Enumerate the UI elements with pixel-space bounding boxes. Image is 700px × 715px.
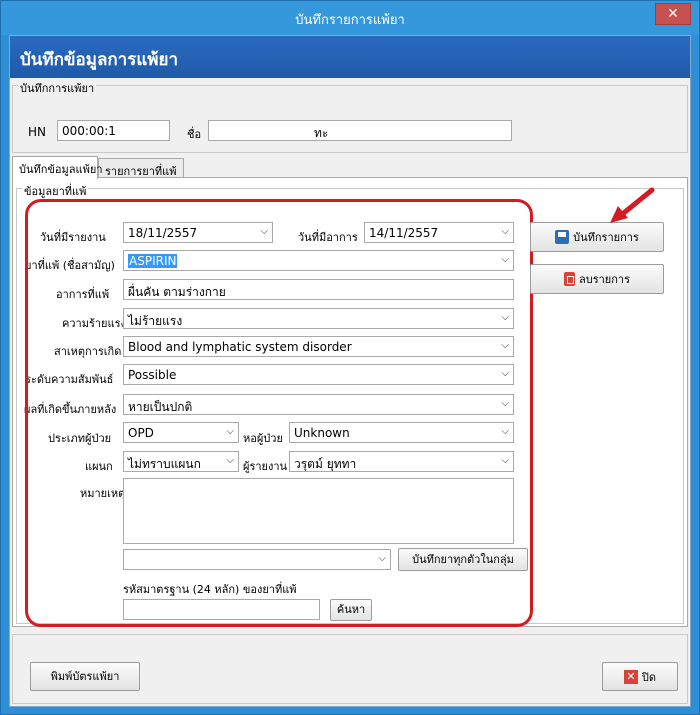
chevron-down-icon: ⌵: [260, 226, 268, 237]
window-title: บันทึกรายการแพ้ยา: [295, 13, 405, 28]
reporter-label: ผู้รายงาน: [243, 460, 288, 473]
drug-label: ยาที่แพ้ (ชื่อสามัญ): [25, 259, 115, 272]
chevron-down-icon: ⌵: [501, 368, 509, 379]
chevron-down-icon: ⌵: [501, 340, 509, 351]
outcome-value: หายเป็นปกติ: [128, 400, 193, 414]
header-band: บันทึกข้อมูลการแพ้ยา: [10, 36, 690, 78]
drug-group-combo[interactable]: ⌵: [123, 549, 391, 570]
delete-record-label: ลบรายการ: [579, 273, 630, 286]
patient-type-combo[interactable]: OPD ⌵: [123, 422, 239, 443]
relation-value: Possible: [128, 368, 177, 382]
search-button[interactable]: ค้นหา: [330, 599, 372, 621]
drug-value: ASPIRIN: [128, 254, 178, 268]
relation-label: ระดับความสัมพันธ์: [25, 373, 114, 386]
ward-combo[interactable]: Unknown ⌵: [289, 422, 514, 443]
cause-combo[interactable]: Blood and lymphatic system disorder ⌵: [123, 336, 514, 357]
delete-icon: [564, 272, 575, 286]
chevron-down-icon: ⌵: [501, 254, 509, 265]
delete-record-button[interactable]: ลบรายการ: [530, 264, 664, 294]
outcome-combo[interactable]: หายเป็นปกติ ⌵: [123, 394, 514, 415]
code24-field[interactable]: [123, 599, 320, 620]
cause-value: Blood and lymphatic system disorder: [128, 340, 352, 354]
report-date-value: 18/11/2557: [128, 226, 198, 240]
chevron-down-icon: ⌵: [501, 455, 509, 466]
close-button[interactable]: ✕ ปิด: [602, 662, 678, 691]
reporter-value: วรุตม์ ยุททา: [294, 457, 357, 471]
drug-group-label: ข้อมูลยาที่แพ้: [22, 182, 89, 200]
tab-record-allergy[interactable]: บันทึกข้อมูลแพ้ยา: [12, 156, 103, 179]
ward-label: หอผู้ป่วย: [243, 432, 283, 445]
chevron-down-icon: ⌵: [226, 455, 234, 466]
name-label: ชื่อ: [187, 128, 202, 141]
save-record-label: บันทึกรายการ: [573, 231, 639, 244]
drug-combo[interactable]: ASPIRIN ⌵: [123, 250, 514, 271]
chevron-down-icon: ⌵: [501, 226, 509, 237]
note-label: หมายเหตุ: [80, 487, 126, 500]
close-icon: ✕: [623, 669, 638, 684]
symptom-date-value: 14/11/2557: [369, 226, 439, 240]
reporter-combo[interactable]: วรุตม์ ยุททา ⌵: [289, 451, 514, 472]
window-close-button[interactable]: ✕: [655, 3, 691, 25]
patient-type-label: ประเภทผู้ป่วย: [48, 432, 112, 445]
dept-label: แผนก: [85, 460, 113, 473]
print-card-button[interactable]: พิมพ์บัตรแพ้ยา: [30, 662, 140, 691]
relation-combo[interactable]: Possible ⌵: [123, 364, 514, 385]
patient-groupbox: [12, 85, 688, 153]
chevron-down-icon: ⌵: [226, 426, 234, 437]
severity-label: ความร้ายแรง: [62, 317, 126, 330]
client-area: บันทึกข้อมูลการแพ้ยา บันทึกการแพ้ยา HN 0…: [9, 35, 691, 707]
symptom-date-label: วันที่มีอาการ: [298, 231, 358, 244]
hn-label: HN: [28, 125, 46, 139]
page-title: บันทึกข้อมูลการแพ้ยา: [20, 50, 179, 70]
note-textarea[interactable]: [123, 478, 514, 544]
dept-value: ไม่ทราบแผนก: [128, 457, 201, 471]
symptom-label: อาการที่แพ้: [56, 288, 110, 301]
close-label: ปิด: [641, 670, 657, 684]
outcome-label: ผลที่เกิดขึ้นภายหลัง: [24, 403, 117, 416]
title-bar[interactable]: บันทึกรายการแพ้ยา ✕: [1, 1, 699, 35]
cause-label: สาเหตุการเกิด: [54, 345, 122, 358]
chevron-down-icon: ⌵: [501, 426, 509, 437]
chevron-down-icon: ⌵: [501, 312, 509, 323]
name-field[interactable]: ทะ: [208, 120, 512, 141]
save-icon: [555, 230, 570, 244]
arrow-pointer-icon: [610, 187, 655, 223]
chevron-down-icon: ⌵: [501, 398, 509, 409]
hn-field[interactable]: 000:00:1: [57, 120, 170, 141]
severity-combo[interactable]: ไม่ร้ายแรง ⌵: [123, 308, 514, 329]
symptom-date-picker[interactable]: 14/11/2557 ⌵: [364, 222, 514, 243]
chevron-down-icon: ⌵: [378, 553, 386, 564]
save-record-button[interactable]: บันทึกรายการ: [530, 222, 664, 252]
patient-type-value: OPD: [128, 426, 154, 440]
symptom-field[interactable]: ผื่นคัน ตามร่างกาย: [123, 279, 514, 300]
code24-label: รหัสมาตรฐาน (24 หลัก) ของยาที่แพ้: [123, 583, 297, 596]
severity-value: ไม่ร้ายแรง: [128, 314, 183, 328]
dialog-window: บันทึกรายการแพ้ยา ✕ บันทึกข้อมูลการแพ้ยา…: [0, 0, 700, 715]
tab-allergy-list[interactable]: รายการยาที่แพ้: [98, 158, 184, 178]
patient-group-label: บันทึกการแพ้ยา: [18, 79, 97, 97]
save-group-button[interactable]: บันทึกยาทุกตัวในกลุ่ม: [398, 548, 528, 571]
ward-value: Unknown: [294, 426, 350, 440]
report-date-label: วันที่มีรายงาน: [40, 231, 106, 244]
dept-combo[interactable]: ไม่ทราบแผนก ⌵: [123, 451, 239, 472]
report-date-picker[interactable]: 18/11/2557 ⌵: [123, 222, 273, 243]
